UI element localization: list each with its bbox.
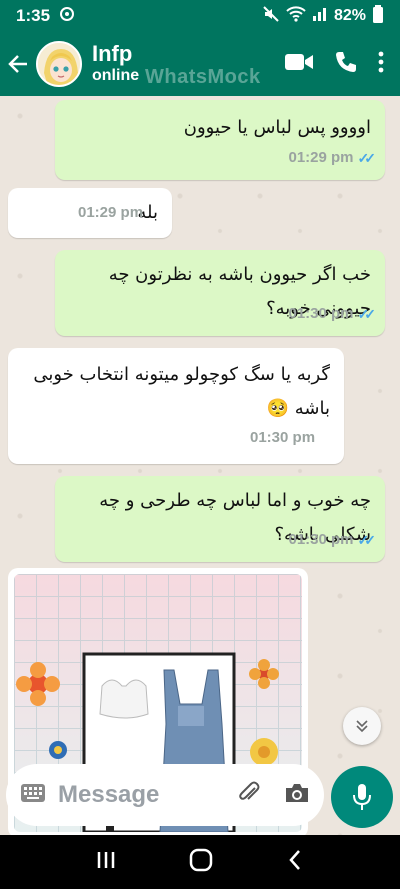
video-camera-icon <box>285 53 313 70</box>
camera-icon <box>286 783 308 802</box>
more-options-button[interactable] <box>378 51 384 78</box>
chat-area[interactable]: اوووو پس لباس یا حیوون 01:29 pm ✓✓ بله 0… <box>0 96 400 835</box>
message-composer[interactable]: Message <box>6 764 324 826</box>
message-input[interactable]: Message <box>58 781 159 809</box>
message-time: 01:30 pm <box>288 305 354 322</box>
contact-status: online <box>92 67 140 84</box>
wifi-icon <box>286 5 306 27</box>
battery-icon <box>372 4 384 28</box>
status-bar: 1:35 82% <box>0 0 400 32</box>
double-check-icon: ✓✓ <box>357 532 377 548</box>
anime-avatar-icon <box>38 43 80 85</box>
battery-percent: 82% <box>333 7 366 24</box>
message-outgoing[interactable]: چه خوب و اما لباس چه طرحی و چه شکلی باشه… <box>55 476 385 562</box>
chevron-left-icon <box>288 849 300 870</box>
scroll-to-bottom-button[interactable] <box>343 707 381 745</box>
message-time: 01:29 pm <box>78 204 144 221</box>
recent-apps-button[interactable] <box>95 849 117 876</box>
recents-icon <box>98 851 115 868</box>
video-call-button[interactable] <box>284 52 314 77</box>
contact-info[interactable]: Infp online <box>92 42 139 86</box>
home-button[interactable] <box>188 847 214 878</box>
message-outgoing[interactable]: خب اگر حیوون باشه به نظرتون چه حیوونی خو… <box>55 250 385 336</box>
message-time: 01:30 pm <box>288 531 354 548</box>
system-navigation-bar <box>0 835 400 889</box>
message-time: 01:30 pm <box>250 429 316 446</box>
message-incoming[interactable]: بله 01:29 pm <box>8 188 172 238</box>
double-chevron-down-icon <box>356 720 368 733</box>
paperclip-icon <box>239 781 260 800</box>
contact-name: Infp <box>92 41 133 66</box>
message-outgoing[interactable]: اوووو پس لباس یا حیوون 01:29 pm ✓✓ <box>55 100 385 180</box>
double-check-icon: ✓✓ <box>357 150 377 166</box>
back-button[interactable] <box>0 32 36 96</box>
signal-icon <box>312 6 328 27</box>
camera-button[interactable] <box>284 782 310 809</box>
mute-icon <box>262 5 280 28</box>
watermark: WhatsMock <box>145 66 261 88</box>
avatar[interactable] <box>36 41 82 87</box>
voice-call-button[interactable] <box>334 50 358 79</box>
message-time: 01:29 pm <box>288 149 354 166</box>
notification-icon <box>58 5 76 28</box>
attach-button[interactable] <box>236 780 262 811</box>
kebab-menu-icon <box>378 51 384 72</box>
arrow-left-icon <box>8 55 27 73</box>
back-nav-button[interactable] <box>285 848 305 877</box>
double-check-icon: ✓✓ <box>357 306 377 322</box>
home-icon <box>189 848 213 871</box>
message-text: اوووو پس لباس یا حیوون <box>183 117 371 138</box>
message-incoming[interactable]: گربه یا سگ کوچولو میتونه انتخاب خوبی باش… <box>8 348 344 464</box>
voice-record-button[interactable] <box>331 766 393 828</box>
message-text: گربه یا سگ کوچولو میتونه انتخاب خوبی باش… <box>33 364 330 419</box>
clock: 1:35 <box>16 6 51 25</box>
phone-icon <box>336 51 356 72</box>
microphone-icon <box>353 784 371 810</box>
keyboard-icon[interactable] <box>20 783 46 808</box>
